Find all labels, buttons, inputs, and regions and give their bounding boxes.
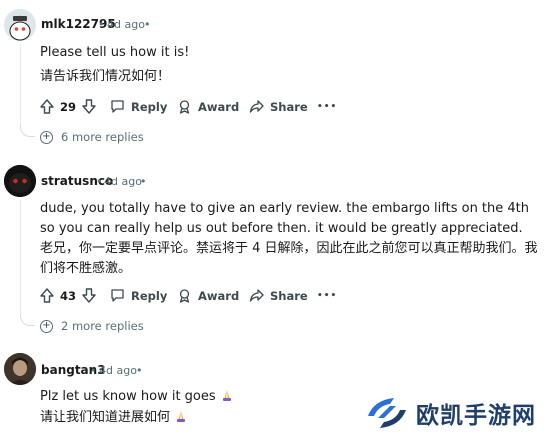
meta-separator: • [140,175,147,188]
watermark-logo: 欧凯手游网 [364,394,536,432]
share-button[interactable]: Share [249,288,308,303]
more-options-button[interactable]: ••• [317,102,337,112]
meta-separator: • [144,18,151,31]
plus-icon[interactable]: + [40,130,53,144]
downvote-icon[interactable] [82,99,96,114]
plus-icon[interactable]: + [40,319,53,333]
comment-timestamp[interactable]: 4d ago [99,364,137,377]
pray-emoji [222,390,231,401]
comment-icon [111,100,124,113]
vote-count: 29 [60,99,77,114]
more-replies-label[interactable]: 2 more replies [61,319,144,333]
reply-button[interactable]: Reply [110,99,167,114]
upvote-button[interactable]: 29 [40,99,96,114]
comment-text-en: Plz let us know how it goes [40,389,216,404]
reply-label: Reply [131,99,168,114]
award-label: Award [198,99,240,114]
reply-label: Reply [131,288,168,303]
award-button[interactable]: Award [177,288,239,303]
more-replies-label[interactable]: 6 more replies [61,130,144,144]
comment-icon [111,289,124,302]
thread-line[interactable] [20,200,21,317]
meta-separator: • [96,175,103,188]
pray-emoji [177,411,186,422]
more-replies-link[interactable]: + 6 more replies [40,130,144,144]
share-icon [249,289,264,302]
vote-count: 43 [60,288,77,303]
comment-text-en: Please tell us how it is! [40,45,190,60]
more-icon: ••• [317,102,338,112]
dark-avatar-icon [4,165,36,197]
reply-button[interactable]: Reply [110,288,167,303]
comment-timestamp[interactable]: 4d ago [104,175,142,188]
more-replies-link[interactable]: + 2 more replies [40,319,144,333]
meta-separator: • [90,364,97,377]
thread-elbow [20,124,35,137]
more-icon: ••• [317,291,338,301]
award-label: Award [198,288,240,303]
comment-text-zh: 请告诉我们情况如何！ [40,69,171,84]
upvote-button[interactable]: 43 [40,288,96,303]
meta-separator: • [136,364,143,377]
award-button[interactable]: Award [177,99,239,114]
share-label: Share [270,288,308,303]
thread-line[interactable] [20,44,21,128]
upvote-icon[interactable] [40,99,54,114]
comment-text-zh: 请让我们知道进展如何 [40,410,171,425]
share-button[interactable]: Share [249,99,308,114]
snoo-avatar-icon [4,9,36,41]
share-icon [249,100,264,113]
comment-timestamp[interactable]: 4d ago [107,18,145,31]
more-options-button[interactable]: ••• [317,291,337,301]
downvote-icon[interactable] [82,288,96,303]
avatar[interactable] [4,9,36,41]
meta-separator: • [98,18,105,31]
comment-text-en: dude, you totally have to give an early … [40,201,530,236]
watermark-text: 欧凯手游网 [416,403,536,429]
watermark-icon [368,398,406,428]
award-icon [179,289,190,303]
photo-avatar-icon [4,353,36,385]
share-label: Share [270,99,308,114]
avatar[interactable] [4,165,36,197]
avatar[interactable] [4,353,36,385]
upvote-icon[interactable] [40,288,54,303]
award-icon [179,100,190,114]
thread-elbow [20,313,35,326]
comment-text-zh: 老兄，你一定要早点评论。禁运将于 4 日解除，因此在此之前您可以真正帮助我们。我… [40,241,538,276]
